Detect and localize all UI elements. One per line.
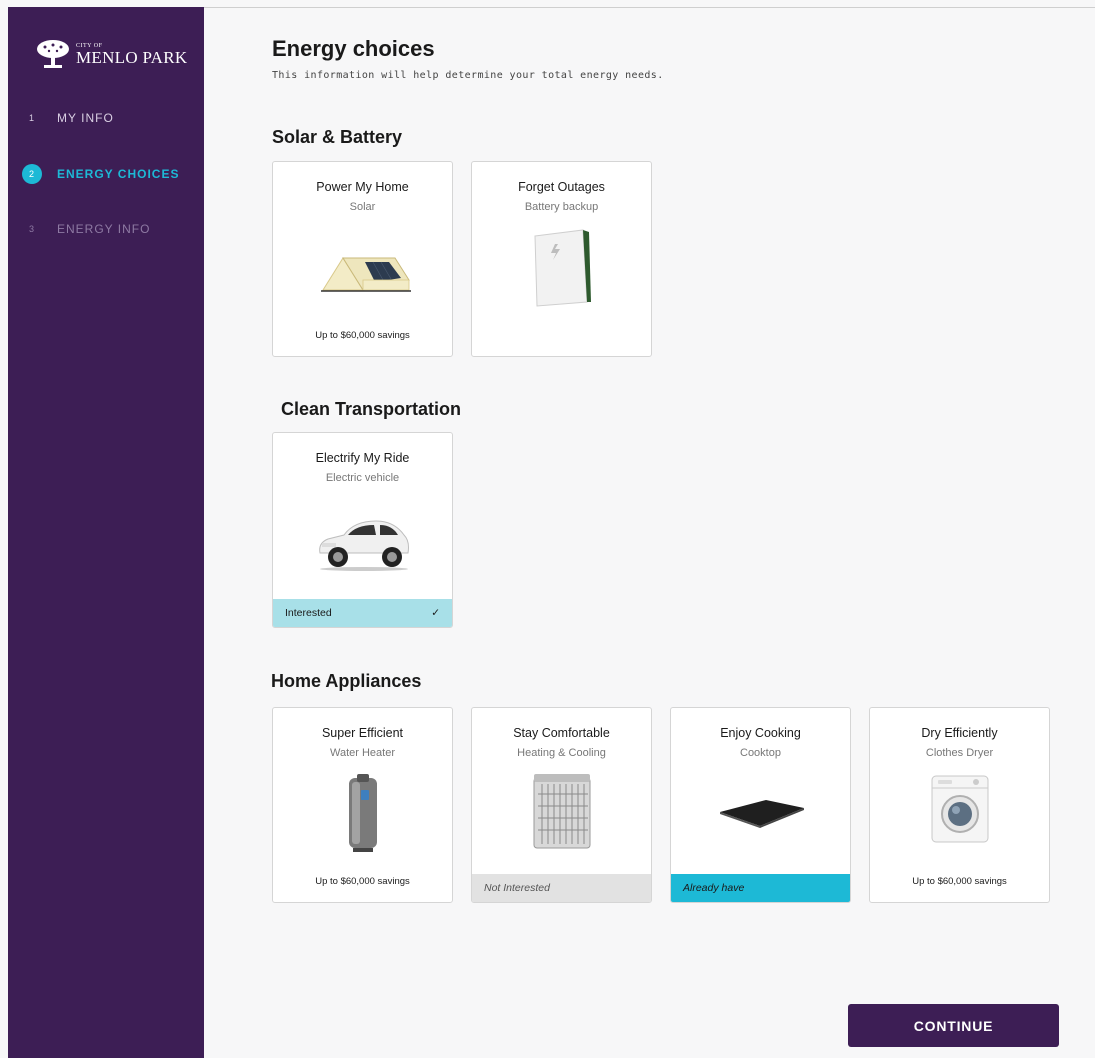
card-ev[interactable]: Electrify My Ride Electric vehicle Inter… xyxy=(272,432,453,628)
status-badge-not-interested[interactable]: Not Interested xyxy=(472,874,651,902)
cooktop-icon xyxy=(671,798,850,830)
water-heater-icon xyxy=(273,772,452,854)
status-label: Already have xyxy=(683,882,745,894)
step-my-info[interactable]: 1 MY INFO xyxy=(22,108,114,128)
card-subtitle: Heating & Cooling xyxy=(517,747,606,759)
ac-unit-icon xyxy=(472,772,651,852)
card-title: Super Efficient xyxy=(321,726,404,740)
status-badge-interested[interactable]: Interested ✓ xyxy=(273,599,452,627)
step-number: 3 xyxy=(28,224,35,234)
card-subtitle: Solar xyxy=(349,201,376,213)
status-badge-already-have[interactable]: Already have xyxy=(671,874,850,902)
logo-big-text: MENLO PARK xyxy=(76,47,188,67)
card-title: Enjoy Cooking xyxy=(720,726,801,740)
section-title-transport: Clean Transportation xyxy=(281,399,462,419)
status-label: Not Interested xyxy=(484,882,550,894)
menlo-park-logo: CITY OF MENLO PARK xyxy=(36,39,187,69)
card-heating-cooling[interactable]: Stay Comfortable Heating & Cooling Not I… xyxy=(471,707,652,903)
step-number: 1 xyxy=(28,113,35,123)
battery-icon xyxy=(472,228,651,308)
step-label: ENERGY INFO xyxy=(57,222,151,236)
card-title: Stay Comfortable xyxy=(513,726,610,740)
card-title: Dry Efficiently xyxy=(921,726,998,740)
tree-icon xyxy=(37,40,69,68)
step-number: 2 xyxy=(22,164,42,184)
status-label: Interested xyxy=(285,607,332,619)
card-savings: Up to $60,000 savings xyxy=(315,330,410,341)
solar-house-icon xyxy=(273,250,452,292)
page-title: Energy choices xyxy=(272,36,435,61)
section-title-solar: Solar & Battery xyxy=(272,127,403,147)
check-icon: ✓ xyxy=(431,607,440,619)
step-label: ENERGY CHOICES xyxy=(57,167,180,181)
card-savings: Up to $60,000 savings xyxy=(315,876,410,887)
card-title: Electrify My Ride xyxy=(315,451,410,465)
dryer-icon xyxy=(870,774,1049,844)
card-subtitle: Cooktop xyxy=(740,747,781,759)
step-energy-info[interactable]: 3 ENERGY INFO xyxy=(22,219,150,239)
card-battery[interactable]: Forget Outages Battery backup xyxy=(471,161,652,357)
card-subtitle: Battery backup xyxy=(524,201,599,213)
card-dryer[interactable]: Dry Efficiently Clothes Dryer Up to $60,… xyxy=(869,707,1050,903)
card-title: Power My Home xyxy=(316,180,409,194)
step-label: MY INFO xyxy=(57,111,114,125)
card-water-heater[interactable]: Super Efficient Water Heater Up to $60,0… xyxy=(272,707,453,903)
section-title-appliances: Home Appliances xyxy=(271,671,422,691)
card-cooktop[interactable]: Enjoy Cooking Cooktop Already have xyxy=(670,707,851,903)
continue-button[interactable]: CONTINUE xyxy=(848,1004,1059,1047)
page-subtitle: This information will help determine you… xyxy=(272,70,664,81)
card-solar[interactable]: Power My Home Solar Up to $60,000 saving… xyxy=(272,161,453,357)
card-subtitle: Clothes Dryer xyxy=(925,747,994,759)
card-subtitle: Water Heater xyxy=(329,747,395,759)
step-energy-choices[interactable]: 2 ENERGY CHOICES xyxy=(22,164,179,184)
card-subtitle: Electric vehicle xyxy=(325,472,400,484)
card-savings: Up to $60,000 savings xyxy=(912,876,1007,887)
card-title: Forget Outages xyxy=(518,180,605,194)
car-icon xyxy=(273,515,452,571)
